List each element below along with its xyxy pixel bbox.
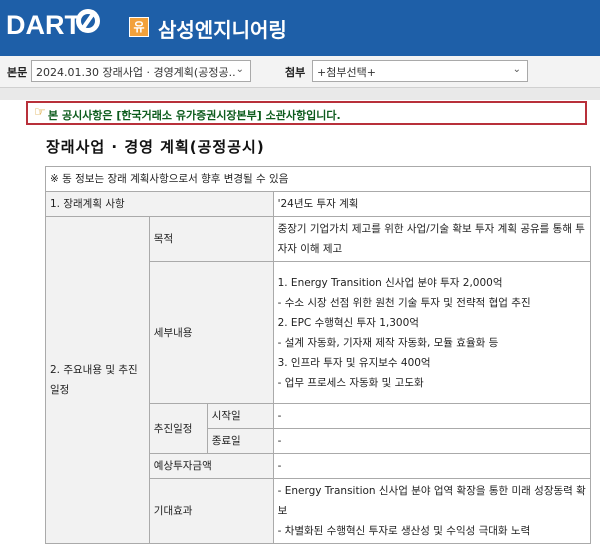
report-select[interactable]: 2024.01.30 장래사업 · 경영계획(공정공.. ⌄ bbox=[31, 60, 251, 82]
end-date-label: 종료일 bbox=[206, 428, 274, 454]
document-selector-bar: 본문 2024.01.30 장래사업 · 경영계획(공정공.. ⌄ 첨부 +첨부… bbox=[0, 56, 600, 88]
company-name: 삼성엔지니어링 bbox=[158, 18, 287, 42]
disclosure-table: ※ 동 정보는 장래 계획사항으로서 향후 변경될 수 있음 1. 장래계획 사… bbox=[45, 166, 592, 544]
table-row: 2. 주요내용 및 추진일정 목적 중장기 기업가치 제고를 위한 사업/기술 … bbox=[45, 216, 592, 544]
details-line: - 설계 자동화, 기자재 제작 자동화, 모듈 효율화 등 bbox=[277, 336, 499, 349]
end-date-value: - bbox=[272, 428, 592, 454]
table-row: 1. 장래계획 사항 '24년도 투자 계획 bbox=[45, 191, 592, 217]
purpose-label: 목적 bbox=[148, 216, 274, 262]
report-select-value: 2024.01.30 장래사업 · 경영계획(공정공.. bbox=[36, 66, 236, 79]
attach-select[interactable]: +첨부선택+ ⌄ bbox=[312, 60, 528, 82]
investment-value: - bbox=[272, 453, 592, 479]
details-value: 1. Energy Transition 신사업 분야 투자 2,000억 - … bbox=[272, 261, 592, 404]
dart-logo[interactable]: DART bbox=[6, 10, 81, 41]
notice-text: 본 공시사항은 [한국거래소 유가증권시장본부] 소관사항입니다. bbox=[48, 109, 341, 122]
details-line: - 수소 시장 선점 위한 원천 기술 투자 및 전략적 협업 추진 bbox=[277, 296, 531, 309]
details-line: 3. 인프라 투자 및 유지보수 400억 bbox=[277, 356, 431, 369]
attach-select-value: +첨부선택+ bbox=[317, 66, 376, 79]
start-date-value: - bbox=[272, 403, 592, 429]
disclosure-document: ☞ 본 공시사항은 [한국거래소 유가증권시장본부] 소관사항입니다. 장래사업… bbox=[0, 88, 600, 549]
main-content-label: 2. 주요내용 및 추진일정 bbox=[45, 216, 150, 544]
details-line: - 업무 프로세스 자동화 및 고도화 bbox=[277, 376, 424, 389]
dart-logo-mark-icon bbox=[76, 9, 100, 33]
details-label: 세부내용 bbox=[148, 261, 274, 404]
details-line: 1. Energy Transition 신사업 분야 투자 2,000억 bbox=[277, 276, 503, 289]
disclaimer-cell: ※ 동 정보는 장래 계획사항으로서 향후 변경될 수 있음 bbox=[45, 166, 591, 192]
effect-line: - 차별화된 수행혁신 투자로 생산성 및 수익성 극대화 노력 bbox=[277, 525, 531, 537]
schedule-label: 추진일정 bbox=[148, 403, 208, 454]
dart-header: DART 유 삼성엔지니어링 bbox=[0, 0, 600, 56]
chevron-down-icon: ⌄ bbox=[512, 64, 521, 75]
market-badge: 유 bbox=[129, 17, 149, 37]
table-row: ※ 동 정보는 장래 계획사항으로서 향후 변경될 수 있음 bbox=[45, 166, 591, 192]
attach-select-label: 첨부 bbox=[285, 66, 306, 79]
expected-effect-label: 기대효과 bbox=[148, 478, 274, 544]
chevron-down-icon: ⌄ bbox=[235, 64, 244, 75]
plan-value: '24년도 투자 계획 bbox=[272, 191, 592, 217]
jurisdiction-notice: ☞ 본 공시사항은 [한국거래소 유가증권시장본부] 소관사항입니다. bbox=[26, 101, 587, 125]
purpose-value: 중장기 기업가치 제고를 위한 사업/기술 확보 투자 계획 공유를 통해 투자… bbox=[272, 216, 592, 262]
investment-label: 예상투자금액 bbox=[148, 453, 274, 479]
pointing-hand-icon: ☞ bbox=[34, 105, 46, 120]
start-date-label: 시작일 bbox=[206, 403, 274, 429]
effect-line: - Energy Transition 신사업 분야 업역 확장을 통한 미래 … bbox=[277, 485, 586, 517]
expected-effect-value: - Energy Transition 신사업 분야 업역 확장을 통한 미래 … bbox=[272, 478, 592, 544]
document-title: 장래사업 · 경영 계획(공정공시) bbox=[46, 138, 265, 156]
report-select-label: 본문 bbox=[7, 66, 28, 79]
details-line: 2. EPC 수행혁신 투자 1,300억 bbox=[277, 316, 419, 329]
plan-label: 1. 장래계획 사항 bbox=[45, 191, 274, 217]
